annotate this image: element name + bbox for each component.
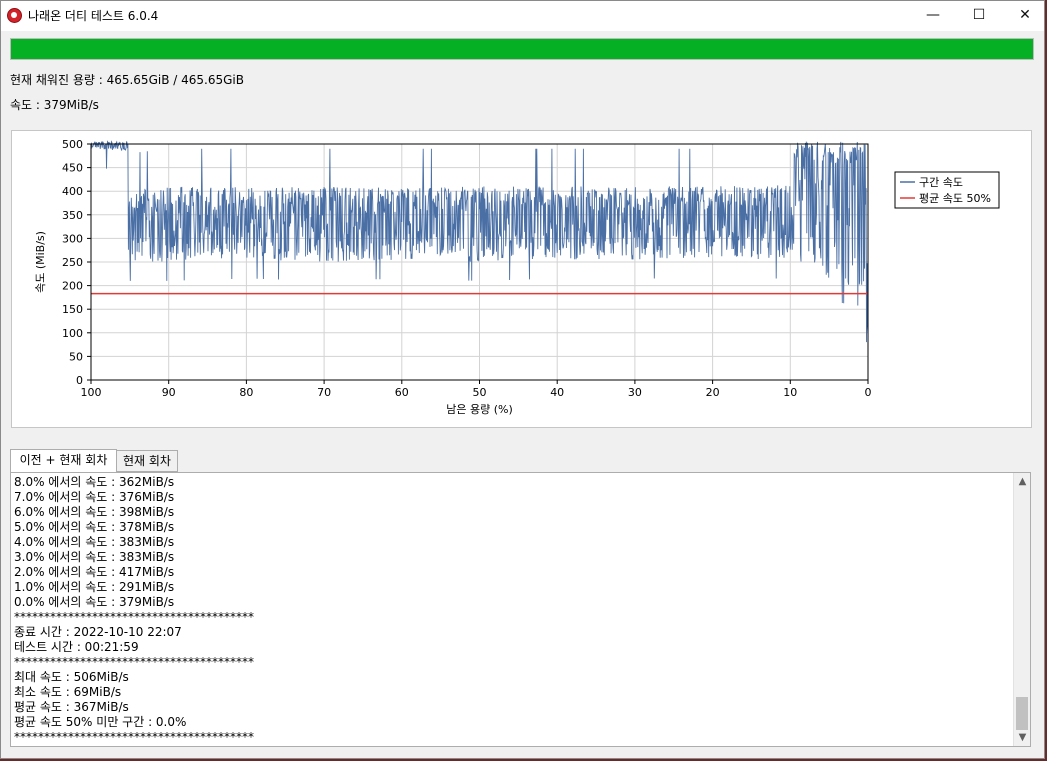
x-tick-label: 40 — [550, 386, 564, 399]
y-tick-label: 0 — [76, 374, 83, 387]
scroll-down-icon[interactable]: ▼ — [1014, 729, 1030, 746]
x-tick-label: 90 — [162, 386, 176, 399]
scroll-up-icon[interactable]: ▲ — [1014, 473, 1030, 490]
app-window: 나래온 더티 테스트 6.0.4 — ☐ ✕ 현재 채워진 용량 : 465.6… — [0, 0, 1045, 759]
log-line: 종료 시간 : 2022-10-10 22:07 — [14, 625, 182, 639]
log-line: 8.0% 에서의 속도 : 362MiB/s — [14, 475, 175, 489]
log-line: 0.0% 에서의 속도 : 379MiB/s — [14, 595, 175, 609]
filled-capacity-label: 현재 채워진 용량 : 465.65GiB / 465.65GiB — [10, 73, 244, 87]
log-line: **************************************** — [14, 655, 254, 669]
scrollbar-thumb[interactable] — [1016, 697, 1028, 730]
close-button[interactable]: ✕ — [1002, 1, 1044, 31]
tab-all-rounds[interactable]: 이전 + 현재 회차 — [10, 449, 117, 472]
legend-label: 평균 속도 50% — [919, 192, 991, 205]
x-tick-label: 60 — [395, 386, 409, 399]
log-lines: 8.0% 에서의 속도 : 362MiB/s 7.0% 에서의 속도 : 376M… — [14, 475, 254, 745]
x-tick-label: 30 — [628, 386, 642, 399]
y-tick-label: 150 — [62, 303, 83, 316]
log-line: 평균 속도 : 367MiB/s — [14, 700, 129, 714]
y-tick-label: 350 — [62, 209, 83, 222]
log-line: 6.0% 에서의 속도 : 398MiB/s — [14, 505, 175, 519]
log-line: 최대 속도 : 506MiB/s — [14, 670, 129, 684]
x-tick-label: 70 — [317, 386, 331, 399]
speed-chart-panel: 100 90 80 70 60 50 40 30 20 10 0 0 50 100 150 200 250 300… — [11, 130, 1032, 428]
log-textbox[interactable]: 8.0% 에서의 속도 : 362MiB/s 7.0% 에서의 속도 : 376M… — [10, 472, 1031, 747]
log-line: **************************************** — [14, 610, 254, 624]
tab-current-round[interactable]: 현재 회차 — [117, 450, 178, 472]
log-line: 1.0% 에서의 속도 : 291MiB/s — [14, 580, 175, 594]
x-axis-title: 남은 용량 (%) — [446, 403, 513, 416]
log-line: 평균 속도 50% 미만 구간 : 0.0% — [14, 715, 187, 729]
log-line: 7.0% 에서의 속도 : 376MiB/s — [14, 490, 175, 504]
log-line: 4.0% 에서의 속도 : 383MiB/s — [14, 535, 175, 549]
x-tick-label: 100 — [81, 386, 102, 399]
legend-label: 구간 속도 — [919, 176, 963, 189]
window-title: 나래온 더티 테스트 6.0.4 — [28, 9, 159, 23]
y-tick-label: 50 — [69, 350, 83, 363]
log-scrollbar[interactable]: ▲ ▼ — [1013, 473, 1030, 746]
y-tick-label: 300 — [62, 232, 83, 245]
y-tick-label: 400 — [62, 185, 83, 198]
x-tick-label: 80 — [239, 386, 253, 399]
progress-bar — [10, 38, 1034, 60]
speed-label: 속도 : 379MiB/s — [10, 98, 99, 112]
x-tick-label: 10 — [783, 386, 797, 399]
x-tick-label: 0 — [865, 386, 872, 399]
minimize-button[interactable]: — — [910, 1, 956, 31]
log-line: 5.0% 에서의 속도 : 378MiB/s — [14, 520, 175, 534]
x-tick-label: 50 — [473, 386, 487, 399]
title-bar[interactable]: 나래온 더티 테스트 6.0.4 — ☐ ✕ — [1, 1, 1044, 31]
maximize-button[interactable]: ☐ — [956, 1, 1002, 31]
y-tick-label: 250 — [62, 256, 83, 269]
y-tick-label: 200 — [62, 280, 83, 293]
y-tick-label: 500 — [62, 138, 83, 151]
log-line: 2.0% 에서의 속도 : 417MiB/s — [14, 565, 175, 579]
x-tick-label: 20 — [706, 386, 720, 399]
progress-fill — [11, 39, 1033, 59]
log-line: 최소 속도 : 69MiB/s — [14, 685, 122, 699]
app-icon[interactable] — [7, 8, 22, 23]
log-line: **************************************** — [14, 730, 254, 744]
y-tick-label: 450 — [62, 162, 83, 175]
y-axis-title: 속도 (MiB/s) — [34, 231, 47, 293]
speed-chart: 100 90 80 70 60 50 40 30 20 10 0050100150200250300… — [34, 138, 1000, 416]
log-line: 테스트 시간 : 00:21:59 — [14, 640, 139, 654]
y-tick-label: 100 — [62, 327, 83, 340]
log-line: 3.0% 에서의 속도 : 383MiB/s — [14, 550, 175, 564]
